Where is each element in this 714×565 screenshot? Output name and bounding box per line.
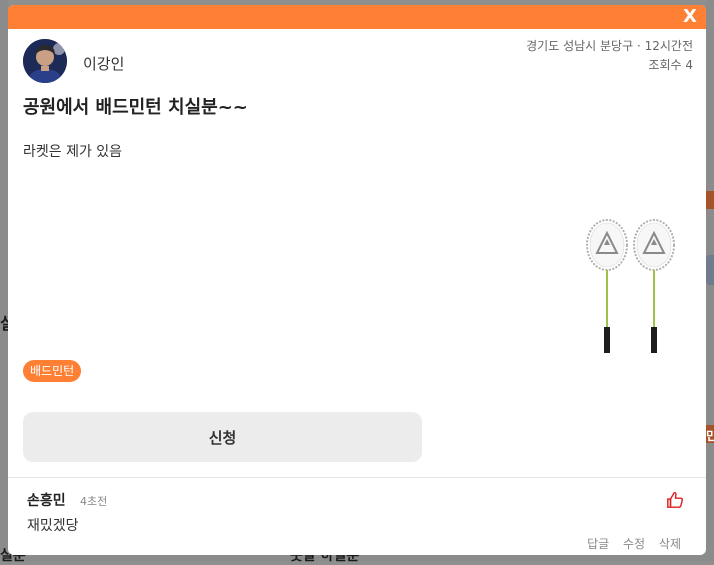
edit-button[interactable]: 수정 <box>623 537 645 551</box>
author-name[interactable]: 이강인 <box>83 53 124 74</box>
close-button[interactable]: X <box>680 6 700 28</box>
thumbs-up-icon[interactable] <box>666 491 684 509</box>
post-time: 12시간전 <box>644 39 693 53</box>
category-tag[interactable]: 배드민턴 <box>23 360 82 382</box>
location-time: 경기도 성남시 분당구 · 12시간전 <box>526 37 693 56</box>
post-body: 라켓은 제가 있음 <box>23 144 123 160</box>
author-row: 이강인 경기도 성남시 분당구 · 12시간전 조회수 4 <box>8 29 706 89</box>
modal-header: X <box>8 5 706 29</box>
comment-divider <box>8 477 706 478</box>
reply-button[interactable]: 답글 <box>587 537 609 551</box>
delete-button[interactable]: 삭제 <box>659 537 681 551</box>
racket-left <box>586 219 628 353</box>
comment-actions: 답글 수정 삭제 <box>577 535 681 552</box>
racket-right <box>633 219 675 353</box>
post-meta: 경기도 성남시 분당구 · 12시간전 조회수 4 <box>526 37 693 75</box>
background-page-left <box>0 0 8 561</box>
avatar-image <box>23 39 67 83</box>
location: 경기도 성남시 분당구 <box>526 39 634 53</box>
comment-author[interactable]: 손흥민 <box>27 490 66 510</box>
badminton-racket-image <box>582 217 682 357</box>
meta-separator: · <box>636 39 645 53</box>
post-detail-modal: X 이강인 경기도 성남시 분당구 · 12시간전 조회수 4 공원에서 배드민… <box>8 5 706 555</box>
comment-time: 4초전 <box>80 495 108 508</box>
comment-text: 재밌겠당 <box>27 518 79 534</box>
view-count: 조회수 4 <box>648 58 693 72</box>
background-avatar <box>706 255 714 285</box>
apply-button[interactable]: 신청 <box>23 412 422 462</box>
avatar[interactable] <box>23 39 67 83</box>
post-title: 공원에서 배드민턴 치실분~~ <box>23 97 248 118</box>
background-fragment: 민 <box>706 429 714 443</box>
background-tag-chip <box>706 191 714 209</box>
